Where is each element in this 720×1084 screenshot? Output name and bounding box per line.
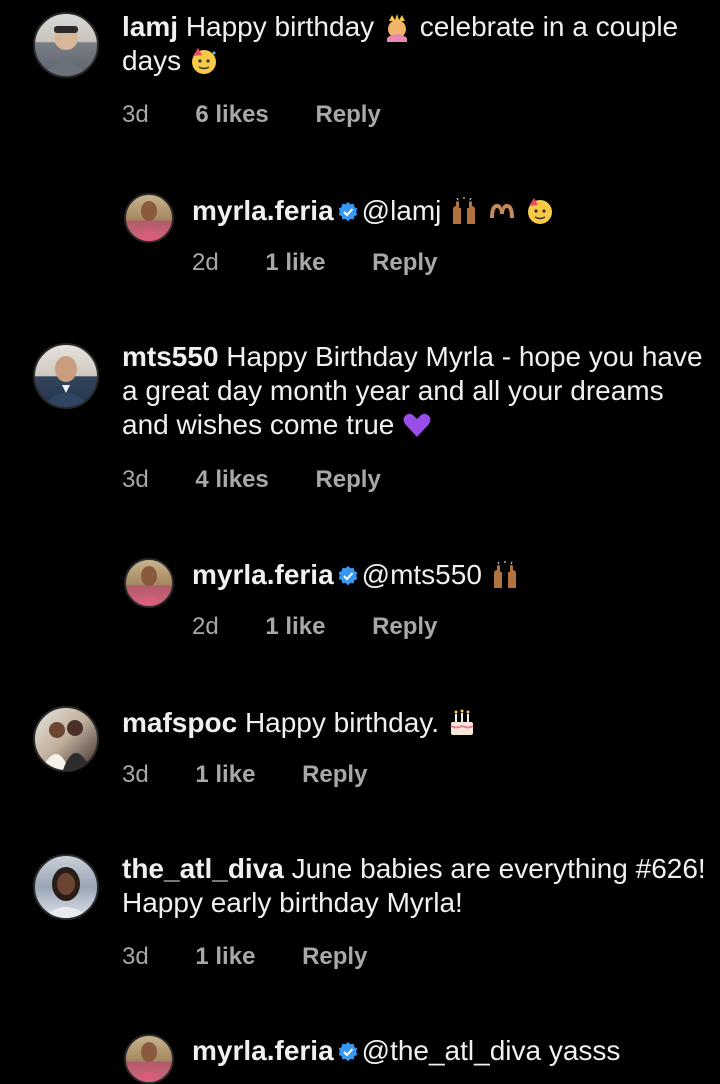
username[interactable]: myrla.feria	[192, 1035, 334, 1066]
avatar[interactable]	[33, 343, 99, 409]
likes-count[interactable]: 1 like	[195, 942, 255, 972]
avatar[interactable]	[33, 12, 99, 78]
comment-meta: 2d 1 like Reply	[192, 612, 477, 642]
timestamp: 3d	[122, 466, 149, 493]
reply-button[interactable]: Reply	[372, 248, 437, 278]
comment-meta: 3d 1 like Reply	[122, 942, 407, 972]
comment-text: lamj Happy birthday celebrate in a coupl…	[122, 10, 707, 78]
verified-badge-icon	[338, 1042, 357, 1062]
likes-count[interactable]: 1 like	[265, 612, 325, 642]
partying-face-emoji-icon	[191, 48, 216, 74]
comment-text: the_atl_diva June babies are everything …	[122, 852, 707, 920]
comment-meta: 3d 4 likes Reply	[122, 465, 421, 495]
username[interactable]: lamj	[122, 11, 178, 42]
comment-body: Happy birthday.	[244, 707, 439, 738]
reply-button[interactable]: Reply	[315, 100, 380, 130]
comment-meta: 3d 6 likes Reply	[122, 100, 421, 130]
likes-count[interactable]: 1 like	[195, 760, 255, 790]
verified-badge-icon	[338, 202, 357, 222]
avatar[interactable]	[124, 1034, 174, 1084]
raised-hands-emoji-icon	[493, 561, 516, 588]
likes-count[interactable]: 1 like	[265, 248, 325, 278]
princess-emoji-icon	[386, 14, 407, 42]
timestamp: 2d	[192, 249, 219, 276]
partying-face-emoji-icon	[527, 198, 552, 224]
reply-button[interactable]: Reply	[315, 465, 380, 495]
username[interactable]: the_atl_diva	[122, 853, 284, 884]
reply-button[interactable]: Reply	[302, 942, 367, 972]
comment-meta: 2d 1 like Reply	[192, 248, 477, 278]
mention-link[interactable]: @lamj	[362, 195, 442, 226]
username[interactable]: myrla.feria	[192, 195, 334, 226]
birthday-cake-emoji-icon	[450, 709, 474, 735]
comment-meta: 3d 1 like Reply	[122, 760, 407, 790]
timestamp: 2d	[192, 613, 219, 640]
heart-hands-emoji-icon	[489, 204, 514, 218]
reply-button[interactable]: Reply	[372, 612, 437, 642]
likes-count[interactable]: 6 likes	[195, 100, 268, 130]
username[interactable]: mts550	[122, 341, 219, 372]
timestamp: 3d	[122, 943, 149, 970]
mention-link[interactable]: @mts550	[362, 559, 482, 590]
verified-badge-icon	[338, 566, 357, 586]
mention-link[interactable]: @the_atl_diva yasss	[362, 1035, 621, 1066]
avatar[interactable]	[33, 854, 99, 920]
comment-text: mafspoc Happy birthday.	[122, 706, 707, 740]
comment-text: mts550 Happy Birthday Myrla - hope you h…	[122, 340, 707, 442]
timestamp: 3d	[122, 101, 149, 128]
username[interactable]: mafspoc	[122, 707, 237, 738]
comment-text: myrla.feria @mts550	[192, 558, 707, 592]
raised-hands-emoji-icon	[453, 197, 476, 224]
reply-button[interactable]: Reply	[302, 760, 367, 790]
likes-count[interactable]: 4 likes	[195, 465, 268, 495]
avatar[interactable]	[124, 193, 174, 243]
username[interactable]: myrla.feria	[192, 559, 334, 590]
purple-heart-emoji-icon	[403, 413, 431, 437]
comment-text: myrla.feria @the_atl_diva yasss	[192, 1034, 707, 1068]
comment-text: myrla.feria @lamj	[192, 194, 707, 228]
avatar[interactable]	[124, 558, 174, 608]
timestamp: 3d	[122, 761, 149, 788]
comment-body: Happy birthday	[185, 11, 375, 42]
avatar[interactable]	[33, 706, 99, 772]
